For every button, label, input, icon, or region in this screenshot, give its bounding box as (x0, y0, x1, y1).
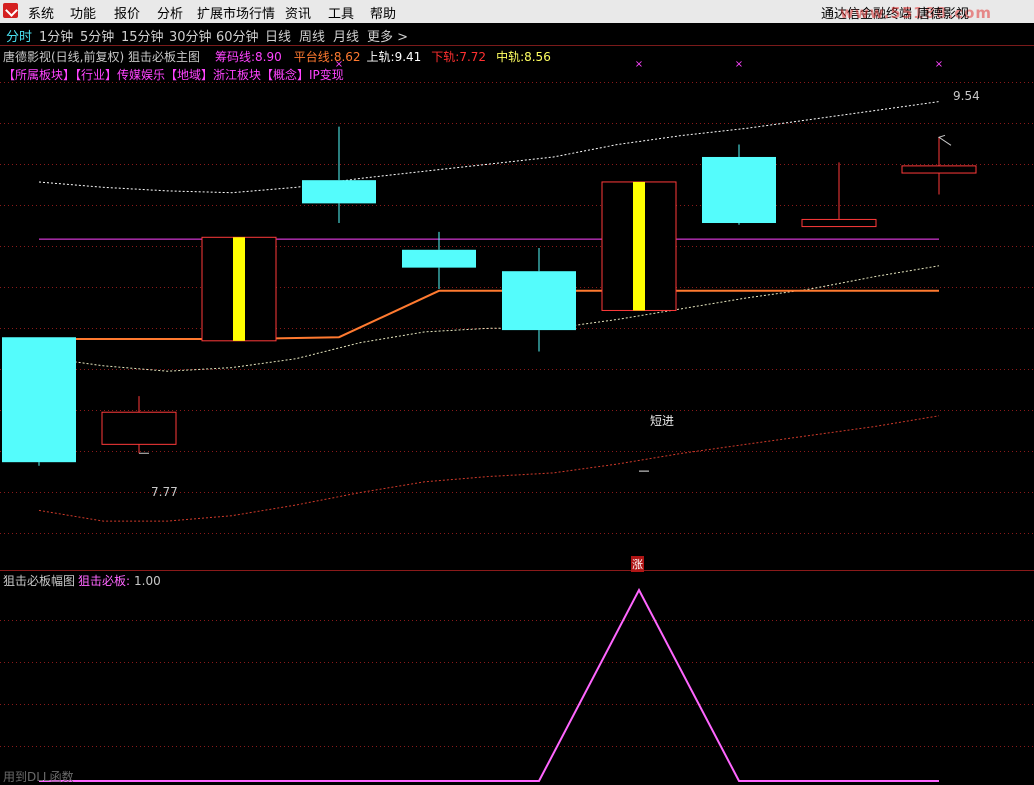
candle (302, 126, 376, 224)
candle (101, 396, 177, 454)
middle-band-value: 8.56 (524, 50, 551, 64)
candle-body (302, 180, 376, 204)
max-arrow-icon (937, 134, 952, 146)
upper-band-line (38, 101, 940, 194)
menu-extended-market[interactable]: 扩展市场行情 (197, 3, 275, 22)
menu-help[interactable]: 帮助 (370, 3, 396, 22)
platform-line (39, 289, 939, 340)
candle (502, 247, 576, 352)
sub-indicator-label: 狙击必板: (78, 574, 131, 588)
menu-quote[interactable]: 报价 (114, 3, 140, 22)
lower-band-value: 7.72 (459, 50, 487, 64)
tab-daily[interactable]: 日线 (265, 26, 291, 45)
lower-band-label: 下轨: (431, 50, 460, 64)
candlestick-chart[interactable]: × × × × (0, 45, 1034, 783)
candle-body (101, 411, 177, 445)
menu-function[interactable]: 功能 (70, 3, 96, 22)
middle-band-label: 中轨: (496, 50, 525, 64)
stock-name-label: 唐德影视 (917, 7, 970, 22)
signal-label: 短进 (650, 414, 675, 428)
platform-line-value: 8.62 (333, 50, 361, 64)
chip-line-value: 8.90 (255, 50, 282, 64)
menu-tools[interactable]: 工具 (328, 3, 354, 22)
sub-indicator-line (39, 587, 939, 782)
sub-indicator-row: 狙击必板: 1.00 (78, 572, 161, 589)
marker-x-icon: × (735, 59, 743, 70)
middle-band-line (38, 265, 940, 372)
main-panel-title: 唐德影视(日线,前复权) 狙击必板主图 (3, 50, 200, 64)
candle-body (2, 337, 76, 463)
candle (201, 236, 277, 342)
candle-body (801, 218, 877, 228)
marker-x-icon: × (635, 59, 643, 70)
sub-indicator-value: 1.00 (134, 574, 161, 588)
tab-5min[interactable]: 5分钟 (80, 26, 114, 45)
menu-news[interactable]: 资讯 (285, 3, 311, 22)
platform-line-label: 平台线: (293, 50, 334, 64)
sub-panel-title: 狙击必板幅图 (3, 574, 76, 588)
menu-system[interactable]: 系统 (28, 3, 54, 22)
tab-intraday[interactable]: 分时 (6, 26, 32, 45)
tab-monthly[interactable]: 月线 (333, 26, 359, 45)
candle (2, 337, 76, 466)
upper-band-label: 上轨: (366, 50, 395, 64)
candle (801, 162, 877, 228)
candle (402, 231, 476, 290)
rise-marker: 涨 (631, 556, 644, 572)
chip-line-label: 筹码线: (215, 50, 256, 64)
app-logo-icon[interactable] (3, 3, 18, 18)
tab-more[interactable]: 更多 > (367, 26, 408, 45)
menu-analysis[interactable]: 分析 (157, 3, 183, 22)
tab-weekly[interactable]: 周线 (299, 26, 325, 45)
candle-body (502, 271, 576, 331)
candle (702, 144, 776, 225)
sector-info: 【所属板块】【行业】传媒娱乐【地域】浙江板块【概念】IP变现 (3, 68, 344, 82)
period-tab-bar: 分时 1分钟 5分钟 15分钟 30分钟 60分钟 日线 周线 月线 更多 > (0, 23, 1034, 46)
menu-bar: 系统 功能 报价 分析 扩展市场行情 资讯 工具 帮助 通达信金融终端 www.… (0, 0, 1034, 24)
signal-bar (233, 237, 245, 341)
candle-body (402, 249, 476, 268)
marker-x-icon: × (935, 59, 943, 70)
tab-1min[interactable]: 1分钟 (39, 26, 73, 45)
candle-body (702, 156, 776, 224)
tab-30min[interactable]: 30分钟 (169, 26, 212, 45)
max-price-label: 9.54 (953, 89, 980, 103)
candle-body (901, 165, 977, 174)
tab-15min[interactable]: 15分钟 (121, 26, 164, 45)
min-price-label: 7.77 (151, 485, 178, 499)
signal-bar (633, 181, 645, 311)
indicator-row: 筹码线:8.90 平台线:8.62 上轨:9.41 下轨:7.72 中轨:8.56 (215, 48, 551, 65)
sub-indicator-plot (39, 587, 939, 782)
candles (2, 126, 977, 472)
status-footer: 用到DLL函数 (3, 770, 74, 784)
tab-60min[interactable]: 60分钟 (216, 26, 259, 45)
level-lines (39, 238, 939, 340)
upper-band-value: 9.41 (394, 50, 422, 64)
